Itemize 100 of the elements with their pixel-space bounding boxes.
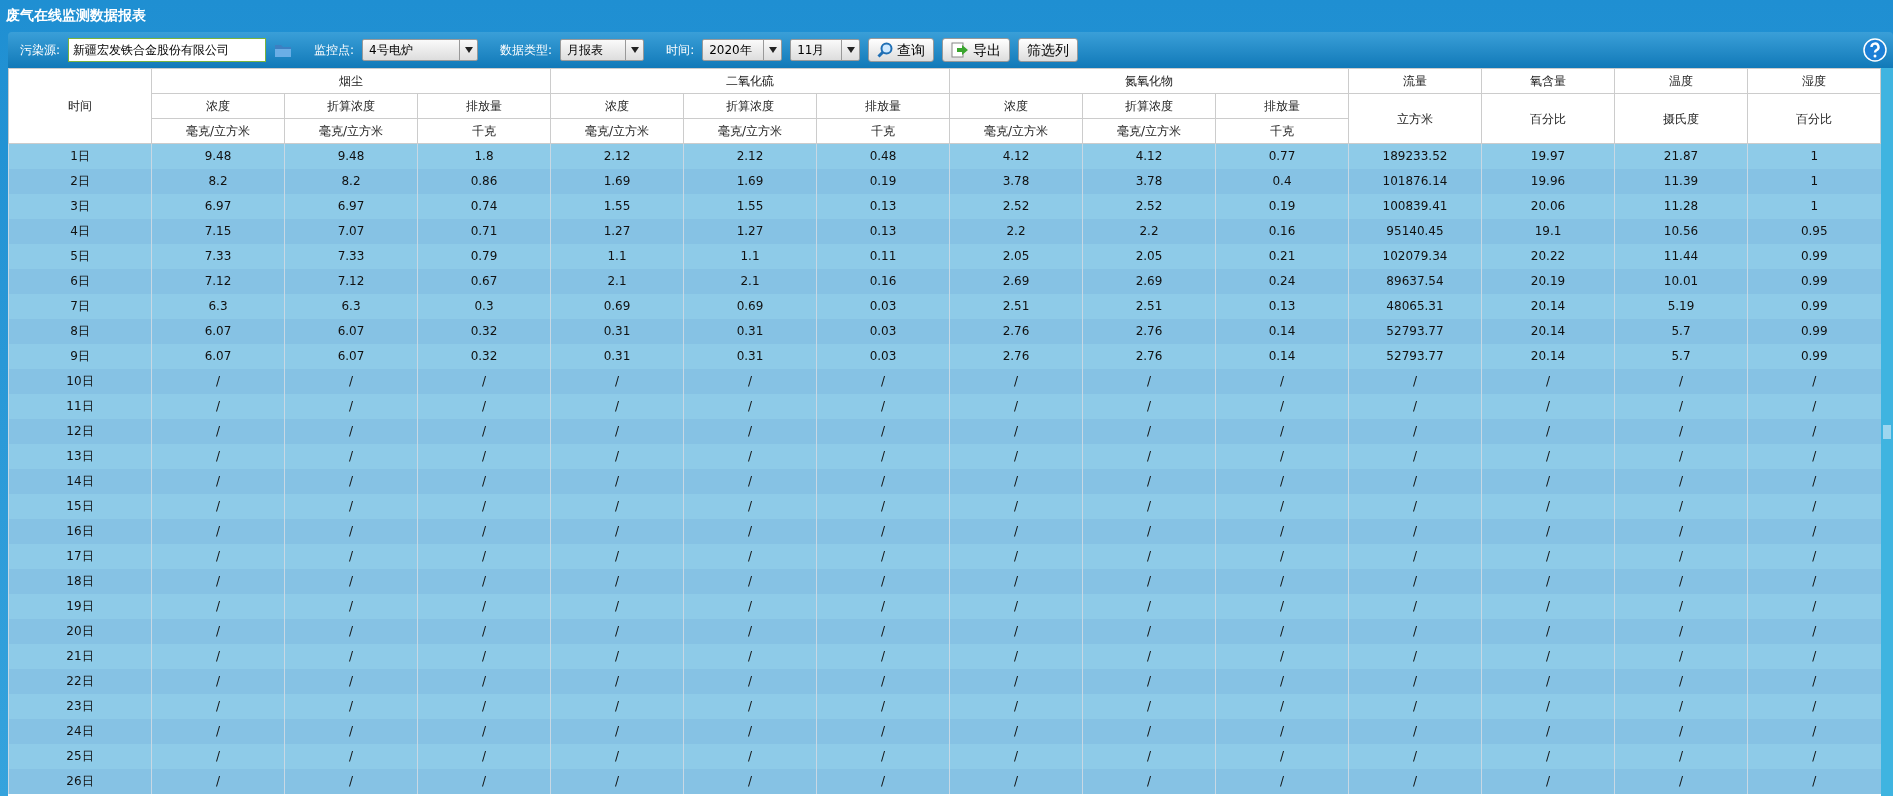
table-cell: / [1348, 368, 1482, 394]
table-cell: 6.97 [151, 193, 285, 219]
day-cell: 23日 [8, 693, 152, 719]
table-cell: / [284, 668, 418, 694]
table-cell: / [1614, 693, 1748, 719]
table-cell: 3.78 [1082, 168, 1216, 194]
table-cell: 21.87 [1614, 143, 1748, 169]
column-header: 折算浓度 [1082, 93, 1216, 119]
table-cell: / [949, 718, 1083, 744]
table-cell: / [1215, 468, 1349, 494]
table-cell: 0.16 [816, 268, 950, 294]
table-cell: / [1614, 493, 1748, 519]
table-cell: / [1215, 593, 1349, 619]
table-cell: / [683, 468, 817, 494]
table-cell: / [949, 618, 1083, 644]
help-icon[interactable] [1863, 38, 1887, 62]
table-cell: / [1082, 643, 1216, 669]
table-cell: / [1614, 643, 1748, 669]
table-cell: / [151, 643, 285, 669]
table-cell: 1.8 [417, 143, 551, 169]
table-cell: / [1481, 693, 1615, 719]
folder-icon[interactable] [274, 42, 293, 58]
table-cell: / [1481, 743, 1615, 769]
table-cell: / [1747, 618, 1881, 644]
table-cell: / [683, 618, 817, 644]
table-cell: 20.22 [1481, 243, 1615, 269]
table-cell: 8.2 [151, 168, 285, 194]
table-cell: / [1747, 418, 1881, 444]
toolbar-button[interactable]: 筛选列 [1018, 38, 1079, 62]
table-cell: / [151, 468, 285, 494]
table-cell: / [151, 368, 285, 394]
day-cell: 26日 [8, 768, 152, 794]
table-cell: / [1215, 368, 1349, 394]
table-cell: / [816, 568, 950, 594]
table-cell: 0.03 [816, 318, 950, 344]
table-cell: / [550, 668, 684, 694]
table-cell: 7.15 [151, 218, 285, 244]
dropdown[interactable]: 2020年 [702, 39, 783, 61]
table-cell: 0.21 [1215, 243, 1349, 269]
table-cell: / [683, 718, 817, 744]
toolbar-button[interactable]: 查询 [868, 38, 935, 62]
table-cell: 6.97 [284, 193, 418, 219]
table-cell: / [683, 368, 817, 394]
dropdown[interactable]: 4号电炉 [362, 39, 479, 61]
table-cell: / [683, 418, 817, 444]
table-cell: / [1747, 593, 1881, 619]
table-cell: / [1614, 468, 1748, 494]
table-cell: / [417, 443, 551, 469]
table-cell: / [1348, 743, 1482, 769]
table-cell: 0.99 [1747, 318, 1881, 344]
table-cell: / [1747, 693, 1881, 719]
table-cell: / [284, 493, 418, 519]
table-cell: 0.24 [1215, 268, 1349, 294]
table-cell: 7.07 [284, 218, 418, 244]
search-icon [877, 42, 894, 58]
table-cell: 10.01 [1614, 268, 1748, 294]
table-cell: / [683, 668, 817, 694]
source-input-field[interactable]: 新疆宏发铁合金股份有限公司 [68, 38, 267, 62]
table-cell: 189233.52 [1348, 143, 1482, 169]
table-cell: / [1481, 368, 1615, 394]
table-cell: / [1215, 418, 1349, 444]
table-cell: / [1348, 693, 1482, 719]
table-cell: / [417, 468, 551, 494]
table-cell: / [1348, 768, 1482, 794]
table-cell: / [683, 643, 817, 669]
table-cell: / [151, 518, 285, 544]
day-cell: 5日 [8, 243, 152, 269]
table-cell: / [1348, 668, 1482, 694]
scrollbar[interactable] [1881, 68, 1893, 796]
table-cell: 2.51 [1082, 293, 1216, 319]
table-cell: / [683, 693, 817, 719]
table-cell: / [683, 443, 817, 469]
table-cell: 102079.34 [1348, 243, 1482, 269]
table-cell: 0.86 [417, 168, 551, 194]
dropdown[interactable]: 月报表 [560, 39, 645, 61]
table-cell: / [1082, 618, 1216, 644]
unit-header: 毫克/立方米 [151, 118, 285, 144]
table-cell: / [284, 368, 418, 394]
table-cell: / [1481, 468, 1615, 494]
table-cell: / [151, 593, 285, 619]
column-header: 流量 [1348, 68, 1482, 94]
day-cell: 11日 [8, 393, 152, 419]
table-cell: 0.03 [816, 343, 950, 369]
table-cell: 0.4 [1215, 168, 1349, 194]
table-cell: / [1481, 493, 1615, 519]
table-cell: / [1481, 718, 1615, 744]
dropdown[interactable]: 11月 [790, 39, 861, 61]
table-cell: / [683, 493, 817, 519]
table-cell: / [949, 443, 1083, 469]
table-cell: 6.3 [151, 293, 285, 319]
table-cell: / [1348, 468, 1482, 494]
table-cell: / [151, 618, 285, 644]
table-cell: / [1747, 443, 1881, 469]
table-cell: / [417, 493, 551, 519]
table-cell: / [1747, 543, 1881, 569]
toolbar-button[interactable]: 导出 [942, 38, 1011, 62]
field-label: 时间: [666, 42, 695, 59]
scrollbar-thumb[interactable] [1883, 425, 1891, 439]
export-icon [951, 42, 970, 58]
table-cell: / [417, 418, 551, 444]
